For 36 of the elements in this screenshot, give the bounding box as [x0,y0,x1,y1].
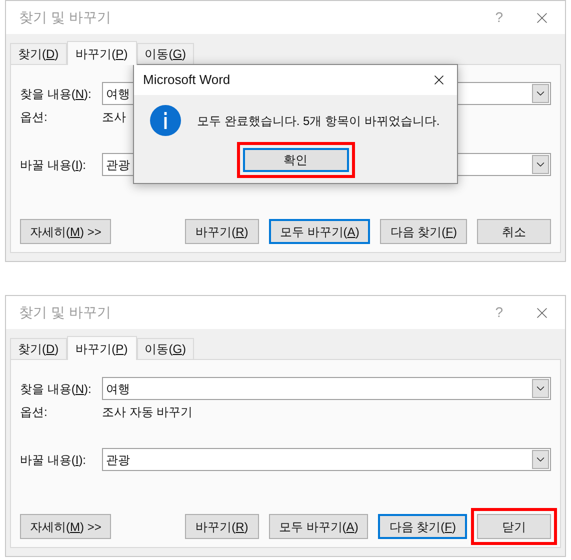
dropdown-button[interactable] [532,450,549,469]
ok-button[interactable]: 확인 [242,148,348,172]
options-value: 조사 [102,109,126,126]
tab[interactable]: 이동(G) [136,338,194,359]
dialog-button[interactable]: 모두 바꾸기(A) [268,514,368,539]
tab[interactable]: 바꾸기(P) [66,336,137,360]
dialog-button[interactable]: 다음 찾기(F) [380,219,467,244]
field-label: 바꿀 내용(I): [20,452,88,468]
dropdown-button[interactable] [532,379,549,398]
tab[interactable]: 찾기(D) [10,338,67,359]
find-field[interactable]: 여행 [102,377,551,400]
replace-field[interactable]: 관광 [102,448,551,471]
dialog-button[interactable]: 자세히(M) >> [20,219,112,244]
field-label: 찾을 내용(N): [20,380,92,398]
field-label: 바꿀 내용(I): [20,156,88,174]
dropdown-button[interactable] [532,84,549,103]
window-title: 찾기 및 바꾸기 [19,303,112,322]
options-value: 조사 자동 바꾸기 [102,404,193,421]
field-label: 찾을 내용(N): [20,86,92,102]
message-text: 모두 완료했습니다. 5개 항목이 바뀌었습니다. [197,112,440,130]
dialog-button[interactable]: 다음 찾기(F) [378,514,467,539]
dialog-button[interactable]: 바꾸기(R) [184,514,259,539]
tab[interactable]: 이동(G) [136,43,194,64]
options-label: 옵션: [20,404,48,421]
info-icon [150,105,181,136]
window-title: 찾기 및 바꾸기 [19,8,112,27]
dialog-button[interactable]: 닫기 [477,514,551,539]
tab[interactable]: 찾기(D) [10,43,67,64]
dialog-button[interactable]: 취소 [477,219,551,244]
message-title: Microsoft Word [143,71,232,90]
dropdown-button[interactable] [532,155,549,174]
dialog-button[interactable]: 자세히(M) >> [20,514,112,539]
dialog-button[interactable]: 바꾸기(R) [184,219,259,244]
tab[interactable]: 바꾸기(P) [66,41,137,65]
options-label: 옵션: [20,109,48,126]
dialog-button[interactable]: 모두 바꾸기(A) [268,219,370,244]
